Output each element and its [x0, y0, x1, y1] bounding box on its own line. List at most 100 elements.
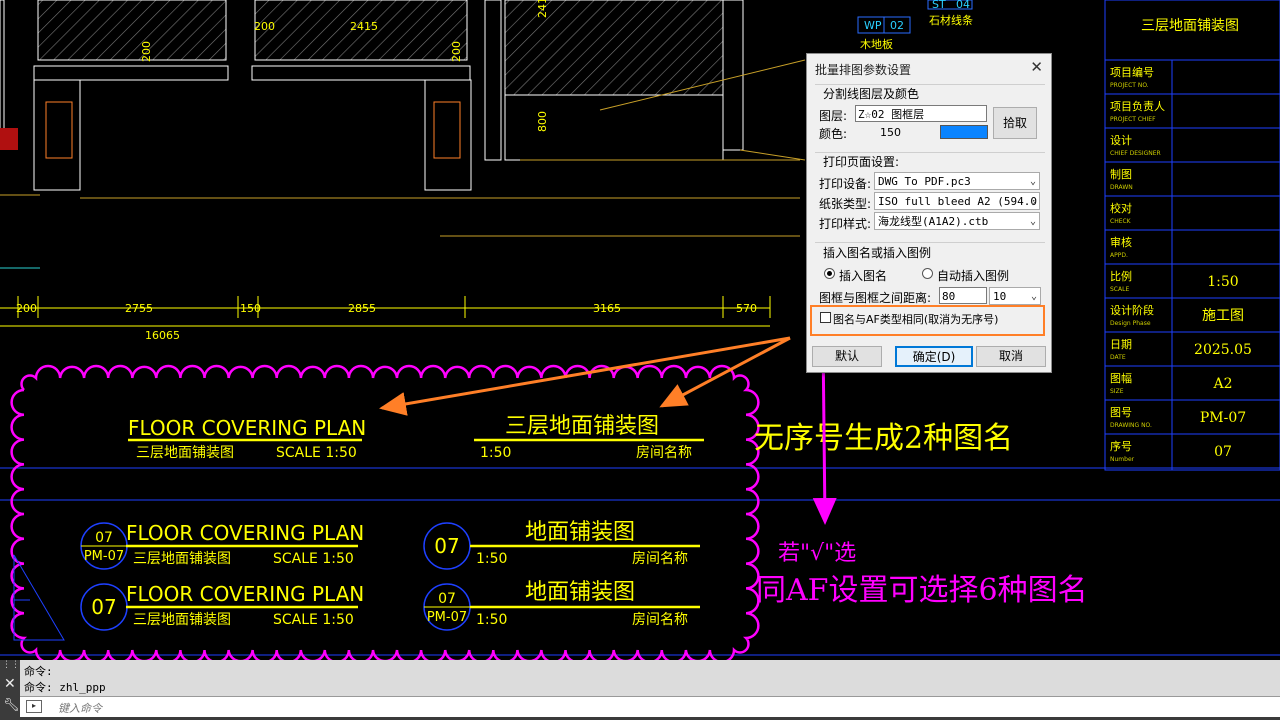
color-value: 150: [880, 126, 901, 139]
sample-cn-subtitle-4: 三层地面铺装图: [133, 612, 231, 628]
dim-150: 150: [240, 302, 261, 315]
tag-stone-line: 石材线条: [929, 13, 973, 27]
annotation-if-checked: 若"√"选: [778, 541, 856, 566]
paper-value: ISO full bleed A2 (594.0: [878, 195, 1037, 208]
tag-wood-floor: 木地板: [860, 37, 893, 51]
sample-num-5: 07: [438, 591, 456, 607]
sample-room-name-5: 房间名称: [632, 612, 688, 628]
section-marker-shape: [13, 554, 65, 641]
sample-en-title-1: FLOOR COVERING PLAN: [128, 416, 366, 440]
title-block-sublabel: DRAWN: [1110, 184, 1133, 191]
radio-insert-title[interactable]: [824, 268, 835, 279]
annotation-six-names: 同AF设置可选择6种图名: [756, 573, 1088, 608]
title-block-sublabel: DRAWING NO.: [1110, 422, 1152, 429]
spacing-select-value: 10: [993, 290, 1007, 303]
chevron-down-icon: ⌄: [1030, 291, 1037, 302]
tag-wp-code: WP: [864, 19, 882, 32]
same-af-checkbox[interactable]: [820, 312, 831, 323]
command-input[interactable]: ▸ 键入命令: [20, 696, 1280, 717]
pick-button[interactable]: 拾取: [993, 107, 1037, 139]
dim-total: 16065: [145, 329, 180, 342]
sample-scale-short-3: 1:50: [476, 551, 507, 567]
chevron-down-icon: ⌄: [1029, 196, 1036, 207]
title-samples: FLOOR COVERING PLAN 三层地面铺装图 SCALE 1:50 三…: [80, 414, 704, 631]
dim-vert-200-b: 200: [450, 41, 463, 62]
group-insert-label: 插入图名或插入图例: [823, 246, 932, 260]
title-block-sublabel: Number: [1110, 456, 1135, 463]
title-block-value: 07: [1214, 444, 1232, 460]
material-tags: WP 02 木地板 ST 04 石材线条: [857, 0, 973, 51]
layer-label: 图层:: [819, 109, 848, 123]
cad-drawing-canvas[interactable]: 200 2755 150 2855 3165 570 16065 200 241…: [0, 0, 1280, 660]
title-block-value: 1:50: [1207, 274, 1238, 290]
dialog-title: 批量排图参数设置: [815, 63, 912, 77]
style-label: 打印样式:: [819, 217, 872, 231]
style-value: 海龙线型(A1A2).ctb: [878, 215, 989, 228]
sample-cn-floor-3: 地面铺装图: [525, 520, 635, 545]
sample-scale-2: SCALE 1:50: [273, 551, 354, 567]
device-select[interactable]: DWG To PDF.pc3 ⌄: [874, 172, 1040, 190]
spacing-select[interactable]: 10 ⌄: [989, 287, 1041, 305]
sample-en-title-2: FLOOR COVERING PLAN: [126, 521, 364, 545]
title-block-sublabel: SIZE: [1110, 388, 1124, 395]
radio-auto-legend[interactable]: [922, 268, 933, 279]
title-block-label: 图幅: [1110, 372, 1132, 385]
wrench-icon[interactable]: 🔧︎: [3, 698, 20, 713]
title-block-label: 设计阶段: [1110, 303, 1154, 317]
style-select[interactable]: 海龙线型(A1A2).ctb ⌄: [874, 212, 1040, 230]
spacing-label: 图框与图框之间距离:: [819, 291, 932, 305]
dim-vert-800: 800: [536, 111, 549, 132]
title-block-sublabel: CHECK: [1110, 218, 1132, 225]
dim-vert-2415: 2415: [536, 0, 549, 18]
title-block-value: A2: [1212, 376, 1232, 392]
close-icon[interactable]: ✕: [4, 676, 16, 692]
command-line-panel: ⋮⋮ ✕ 🔧︎ 命令: 命令: zhl_ppp ▸ 键入命令: [0, 660, 1280, 720]
title-block-value: 施工图: [1202, 308, 1244, 324]
layer-input[interactable]: Z☆02 图框层: [855, 105, 987, 122]
spacing-input[interactable]: 80: [939, 287, 987, 304]
same-af-label: 图名与AF类型相同(取消为无序号): [833, 313, 999, 326]
command-history: 命令: 命令: zhl_ppp: [20, 660, 1280, 696]
title-block-value: 2025.05: [1194, 342, 1252, 358]
floor-plan-geometry: [0, 0, 806, 269]
ok-button[interactable]: 确定(D): [895, 346, 973, 367]
device-label: 打印设备:: [819, 177, 872, 191]
sample-scale-1: SCALE 1:50: [276, 445, 357, 461]
cancel-button[interactable]: 取消: [976, 346, 1046, 367]
group-insert: [815, 242, 1045, 243]
title-block-label: 图号: [1110, 406, 1132, 419]
title-block-sublabel: SCALE: [1110, 286, 1129, 293]
default-button[interactable]: 默认: [812, 346, 882, 367]
chevron-down-icon: ⌄: [1029, 216, 1036, 227]
radio-auto-legend-label: 自动插入图例: [937, 269, 1010, 283]
sample-cn-title-big: 三层地面铺装图: [505, 414, 659, 439]
title-block-sublabel: CHIEF DESIGNER: [1110, 150, 1161, 157]
sample-scale-short-1: 1:50: [480, 445, 511, 461]
paper-select[interactable]: ISO full bleed A2 (594.0 ⌄: [874, 192, 1040, 210]
title-block-label: 审核: [1110, 235, 1132, 249]
radio-insert-title-label: 插入图名: [839, 269, 888, 283]
sample-room-name-1: 房间名称: [636, 445, 692, 461]
command-prompt-icon[interactable]: ▸: [26, 700, 42, 713]
device-value: DWG To PDF.pc3: [878, 175, 971, 188]
dim-2755: 2755: [125, 302, 153, 315]
tag-st-code: ST: [932, 0, 946, 11]
title-block-sublabel: PROJECT CHIEF: [1110, 116, 1156, 123]
chevron-down-icon: ⌄: [1029, 176, 1036, 187]
title-block: 三层地面铺装图 项目编号 PROJECT NO. 项目负责人 PROJECT CHIE…: [1104, 0, 1280, 471]
title-block-label: 制图: [1110, 168, 1132, 181]
title-block-label: 设计: [1110, 134, 1132, 147]
title-block-value: PM-07: [1200, 410, 1246, 426]
sample-scale-4: SCALE 1:50: [273, 612, 354, 628]
close-icon[interactable]: ✕: [1030, 58, 1043, 76]
color-swatch[interactable]: [940, 125, 988, 139]
batch-layout-dialog[interactable]: 批量排图参数设置 ✕ 分割线图层及颜色 图层: Z☆02 图框层 颜色: 150…: [806, 53, 1052, 373]
sample-cn-subtitle-2: 三层地面铺装图: [133, 551, 231, 567]
grip-icon[interactable]: ⋮⋮: [2, 661, 20, 672]
group-print-label: 打印页面设置:: [823, 155, 900, 169]
title-block-label: 校对: [1110, 201, 1132, 215]
title-block-label: 项目负责人: [1110, 99, 1165, 113]
sample-scale-short-5: 1:50: [476, 612, 507, 628]
title-block-label: 项目编号: [1110, 65, 1154, 79]
dim-vert-200-a: 200: [140, 41, 153, 62]
